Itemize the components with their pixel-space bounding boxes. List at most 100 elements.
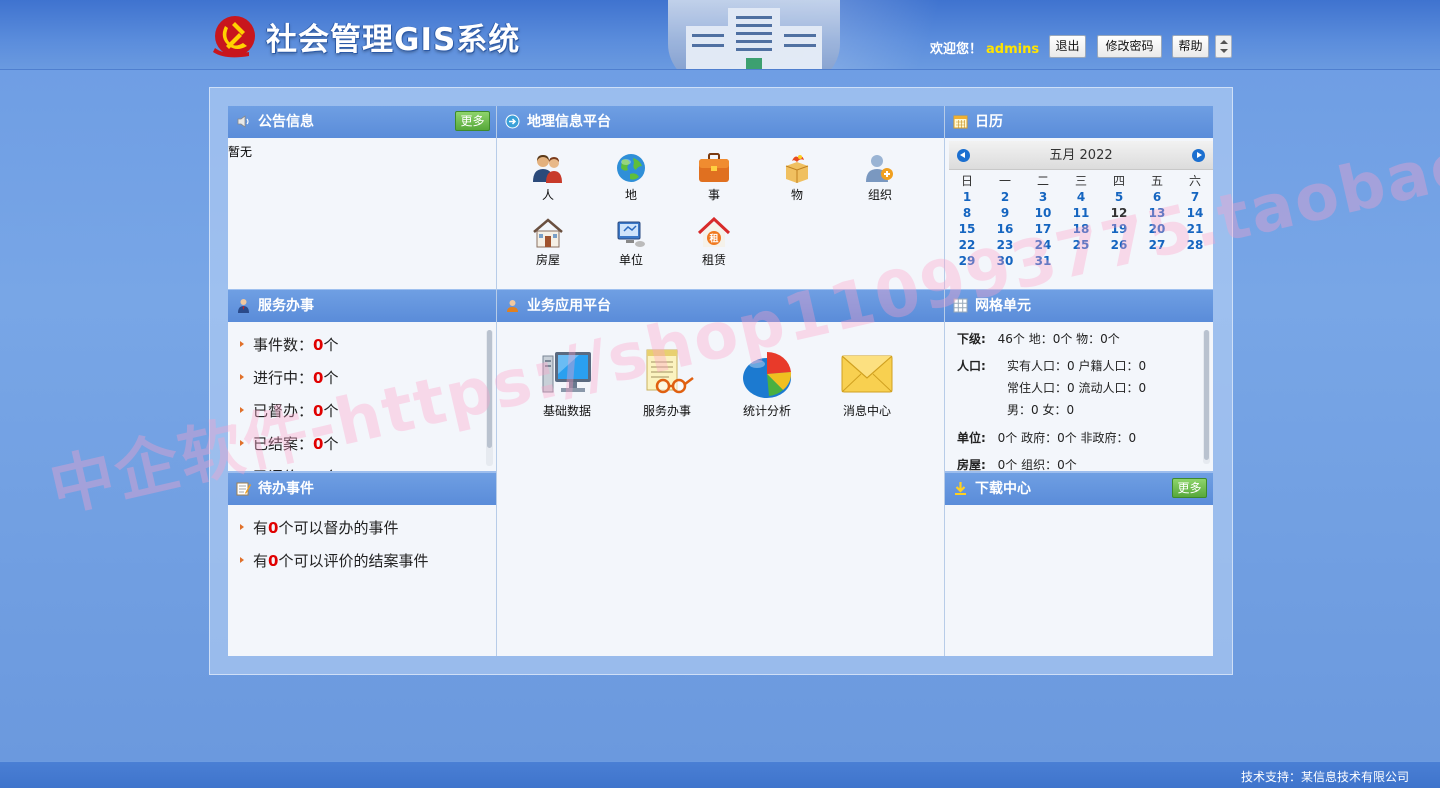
calendar-weekday: 六 [1188,174,1201,188]
calendar-day[interactable]: 14 [1176,205,1213,221]
biz-item-base-data[interactable]: 基础数据 [537,348,597,419]
calendar-day[interactable]: 29 [948,253,986,269]
welcome-text: 欢迎您！ admins [930,38,1039,57]
grid-population-line3: 男：0 女：0 [1007,403,1075,417]
column-divider-left [496,106,497,656]
top-banner: 社会管理GIS系统 欢迎您！ admins 退出 修改密码 帮助 [0,0,1440,70]
grid-unit-scroll-thumb[interactable] [1204,330,1209,460]
grid-unit-scrollbar[interactable] [1203,330,1210,464]
help-button[interactable]: 帮助 [1172,35,1209,58]
service-stat-unit: 个 [323,336,339,354]
todo-row[interactable]: 有0个可以评价的结案事件 [240,550,428,571]
calendar-day[interactable]: 28 [1176,237,1213,253]
calendar-month-nav: 五月 2022 [949,141,1213,170]
geo-item-rent[interactable]: 租 租赁 [684,217,744,268]
geo-item-organization[interactable]: 组织 [850,152,910,203]
service-stat-count: 0 [313,435,324,453]
spinner-down-icon[interactable] [1220,49,1228,53]
calendar-day[interactable]: 8 [948,205,986,221]
biz-item-messages[interactable]: 消息中心 [837,348,897,419]
geo-item-label: 事 [707,188,720,202]
calendar-day[interactable]: 19 [1100,221,1138,237]
calendar-day[interactable]: 23 [986,237,1024,253]
calendar-day[interactable]: 16 [986,221,1024,237]
house-icon [533,218,563,248]
calendar-day[interactable]: 27 [1138,237,1176,253]
calendar-day[interactable]: 18 [1062,221,1100,237]
geo-item-land[interactable]: 地 [601,152,661,203]
notice-panel-header: 公告信息 更多 [228,106,496,138]
calendar-weekday: 日 [960,174,973,188]
calendar-day[interactable]: 2 [986,189,1024,205]
calendar-day[interactable]: 9 [986,205,1024,221]
todo-suffix: 个可以督办的事件 [278,519,399,537]
calendar-day[interactable]: 3 [1024,189,1062,205]
biz-item-service[interactable]: 服务办事 [637,348,697,419]
calendar-day[interactable]: 13 [1138,205,1176,221]
calendar-day[interactable]: 30 [986,253,1024,269]
calendar-day[interactable]: 17 [1024,221,1062,237]
header-scroll-spinner[interactable] [1215,35,1232,58]
calendar-today[interactable]: 12 [1100,205,1138,221]
calendar-day[interactable]: 26 [1100,237,1138,253]
service-scroll-thumb[interactable] [487,330,492,448]
arrow-circle-icon [505,114,520,129]
service-panel: 服务办事 事件数：0个进行中：0个已督办：0个已结案：0个已评价：0个 [228,290,496,471]
notepad-glasses-icon [646,349,694,394]
calendar-day[interactable]: 25 [1062,237,1100,253]
geo-item-label: 物 [790,188,803,202]
calendar-day[interactable]: 11 [1062,205,1100,221]
service-stat-row[interactable]: 已结案：0个 [240,433,338,454]
service-stat-row[interactable]: 事件数：0个 [240,334,338,355]
service-stat-count: 0 [313,468,323,471]
change-password-button[interactable]: 修改密码 [1097,35,1162,58]
spinner-up-icon[interactable] [1220,40,1228,44]
todo-title: 待办事件 [258,481,314,497]
geo-item-people[interactable]: 人 [518,152,578,203]
calendar-day[interactable]: 21 [1176,221,1213,237]
calendar-day[interactable]: 4 [1062,189,1100,205]
biz-item-statistics[interactable]: 统计分析 [737,348,797,419]
download-more-button[interactable]: 更多 [1172,478,1207,498]
calendar-day[interactable]: 20 [1138,221,1176,237]
prev-month-icon[interactable] [957,149,970,162]
geo-item-event[interactable]: 事 [684,152,744,203]
grid-house-row: 房屋: 0个 组织：0个 [957,456,1077,471]
service-stat-label: 进行中： [253,369,314,387]
grid-subordinate-value: 46个 地：0个 物：0个 [997,332,1120,346]
geo-item-unit[interactable]: 单位 [601,217,661,268]
calendar-day[interactable]: 22 [948,237,986,253]
dashboard-frame: 公告信息 更多 暂无 地理信息平台 人 地 事 物 组织 房屋 单位 租 租赁 … [209,87,1233,675]
geo-item-object[interactable]: 物 [767,152,827,203]
notice-title: 公告信息 [258,114,314,130]
next-month-icon[interactable] [1192,149,1205,162]
service-scrollbar[interactable] [486,330,493,466]
username: admins [986,42,1040,57]
notice-more-button[interactable]: 更多 [455,111,490,131]
grid-population-label-row: 人口: [957,357,986,374]
calendar-weekday: 一 [998,174,1011,188]
calendar-day[interactable]: 10 [1024,205,1062,221]
party-emblem-icon [213,16,255,58]
service-stat-row[interactable]: 已评价：0个 [240,466,338,471]
calendar-day[interactable]: 1 [948,189,986,205]
service-stat-label: 已结案： [253,435,314,453]
service-stat-row[interactable]: 已督办：0个 [240,400,338,421]
calendar-day[interactable]: 15 [948,221,986,237]
grid-population-line1: 实有人口：0 户籍人口：0 [1007,359,1147,373]
service-stat-row[interactable]: 进行中：0个 [240,367,338,388]
grid-unit-panel: 网格单元 下级: 46个 地：0个 物：0个 人口: 实有人口：0 户籍人口：0… [945,290,1213,471]
biz-item-label: 统计分析 [742,404,791,418]
people-icon [533,155,562,183]
calendar-weekday: 五 [1150,174,1163,188]
logout-button[interactable]: 退出 [1049,35,1086,58]
calendar-day[interactable]: 6 [1138,189,1176,205]
calendar-day[interactable]: 7 [1176,189,1213,205]
todo-row[interactable]: 有0个可以督办的事件 [240,517,398,538]
geo-item-house[interactable]: 房屋 [518,217,578,268]
welcome-label: 欢迎您！ [930,42,983,57]
calendar-day[interactable]: 31 [1024,253,1062,269]
calendar-day[interactable]: 24 [1024,237,1062,253]
calendar-day[interactable]: 5 [1100,189,1138,205]
biz-item-label: 服务办事 [642,404,691,418]
